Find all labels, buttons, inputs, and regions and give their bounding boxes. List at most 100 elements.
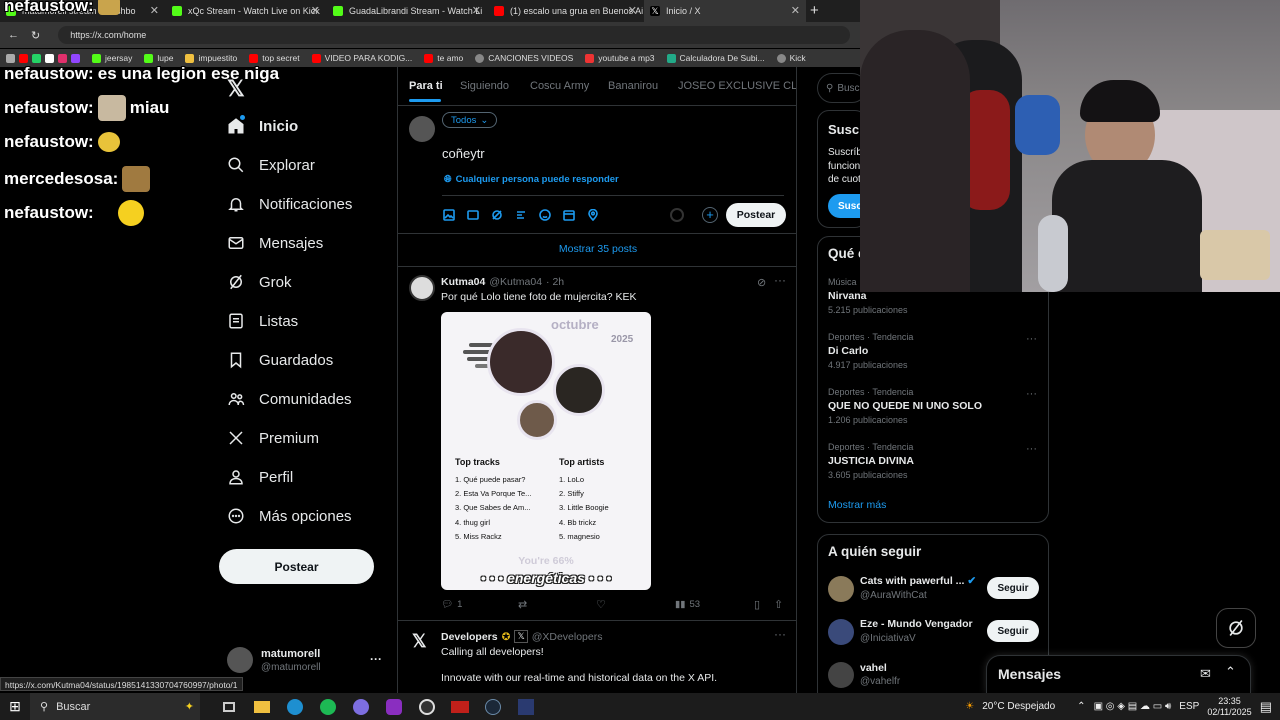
avatar[interactable] — [227, 647, 253, 673]
bookmark-item[interactable]: youtube a mp3 — [585, 53, 655, 63]
nav-mas-opciones[interactable]: Más opciones — [227, 507, 352, 525]
trend-more-icon[interactable]: ··· — [1026, 333, 1037, 345]
new-message-icon[interactable]: ✉ — [1200, 666, 1211, 682]
views-button[interactable]: ▮▮ 53 — [675, 599, 700, 610]
avatar[interactable] — [828, 576, 854, 602]
more-icon[interactable]: ··· — [774, 627, 786, 641]
close-tab-icon[interactable]: ✕ — [472, 4, 481, 17]
emoji-icon[interactable] — [539, 209, 551, 221]
spotify-icon[interactable] — [317, 698, 339, 716]
app-icon[interactable] — [383, 698, 405, 716]
browser-tab-active[interactable]: 𝕏 Inicio / X ✕ — [644, 0, 806, 22]
show-new-posts[interactable]: Mostrar 35 posts — [398, 243, 796, 255]
author-handle[interactable]: @XDevelopers — [532, 631, 603, 643]
steam-icon[interactable] — [482, 698, 504, 716]
trend-more-icon[interactable]: ··· — [1026, 388, 1037, 400]
browser-tab[interactable]: (1) escalo una grua en Buenos Ai ✕ — [488, 0, 643, 22]
edge-icon[interactable] — [284, 698, 306, 716]
nav-comunidades[interactable]: Comunidades — [227, 390, 352, 408]
grok-icon[interactable]: ⊘ — [757, 276, 766, 289]
nav-mensajes[interactable]: Mensajes — [227, 234, 323, 252]
grok-icon[interactable] — [491, 209, 503, 221]
reload-icon[interactable]: ↻ — [31, 29, 40, 42]
show-more-link[interactable]: Mostrar más — [828, 499, 886, 511]
tray-icons[interactable]: ▣ ◎ ◈ ▤ ☁ ▭ 🔊︎ — [1094, 701, 1172, 712]
follow-suggestion-name[interactable]: Eze - Mundo Vengador — [860, 618, 973, 630]
close-tab-icon[interactable]: ✕ — [311, 4, 320, 17]
notification-center-icon[interactable]: ▤ — [1260, 699, 1272, 715]
windows-start-icon[interactable]: ⊞ — [0, 693, 30, 720]
browser-tab[interactable]: xQc Stream - Watch Live on Kick ✕ — [166, 0, 326, 22]
composer-input[interactable]: coñeytr — [442, 146, 485, 161]
back-icon[interactable]: ← — [8, 29, 19, 41]
tab-bananirou[interactable]: Bananirou — [608, 80, 658, 92]
author-name[interactable]: Developers — [441, 631, 498, 643]
nav-listas[interactable]: Listas — [227, 312, 298, 330]
nav-guardados[interactable]: Guardados — [227, 351, 333, 369]
poll-icon[interactable] — [515, 209, 527, 221]
follow-button[interactable]: Seguir — [987, 620, 1039, 642]
bookmark-item[interactable]: Kick — [776, 53, 806, 63]
bookmark-item[interactable]: Calculadora De Subi... — [666, 53, 765, 63]
close-tab-icon[interactable]: ✕ — [628, 4, 637, 17]
trend-item[interactable]: Deportes · Tendencia QUE NO QUEDE NI UNO … — [828, 387, 982, 425]
clock[interactable]: 23:35 02/11/2025 — [1207, 696, 1251, 718]
app-icon[interactable] — [515, 698, 537, 716]
app-icon[interactable] — [449, 698, 471, 716]
bookmark-item[interactable]: lupe — [144, 53, 173, 63]
trend-item[interactable]: Deportes · Tendencia Di Carlo 4.917 public… — [828, 332, 913, 370]
schedule-icon[interactable] — [563, 209, 575, 221]
reply-setting[interactable]: 🌐︎ Cualquier persona puede responder — [444, 174, 619, 185]
new-tab-icon[interactable]: + — [810, 2, 819, 19]
bookmark-item[interactable]: CANCIONES VIDEOS — [475, 53, 573, 63]
nav-grok[interactable]: Grok — [227, 273, 292, 291]
browser-tab[interactable]: GuadaLibrandi Stream - Watch Li ✕ — [327, 0, 487, 22]
avatar[interactable] — [828, 662, 854, 688]
taskbar-search[interactable]: ⚲ Buscar ✦ — [30, 693, 200, 720]
account-more-icon[interactable]: ··· — [370, 652, 382, 666]
nav-explorar[interactable]: Explorar — [227, 156, 315, 174]
post-image[interactable]: octubre 2025 Top tracks 1. Qué puede pas… — [441, 312, 651, 590]
bookmark-item[interactable]: top secret — [249, 53, 300, 63]
avatar[interactable] — [828, 619, 854, 645]
post-button[interactable]: Postear — [219, 549, 374, 584]
obs-icon[interactable] — [416, 698, 438, 716]
file-explorer-icon[interactable] — [251, 698, 273, 716]
author-name[interactable]: Kutma04 — [441, 276, 485, 288]
nav-premium[interactable]: Premium — [227, 429, 319, 447]
bookmark-item[interactable]: VIDEO PARA KODIG... — [311, 53, 412, 63]
expand-icon[interactable]: ⌃ — [1225, 664, 1236, 680]
nav-notificaciones[interactable]: Notificaciones — [227, 195, 352, 213]
bookmark-apps[interactable] — [6, 53, 80, 63]
language-indicator[interactable]: ESP — [1179, 701, 1199, 712]
tab-coscu-army[interactable]: Coscu Army — [530, 80, 589, 92]
follow-suggestion-name[interactable]: Cats with pawerful ... ✔ — [860, 575, 976, 587]
weather-text[interactable]: 20°C Despejado — [982, 701, 1055, 712]
trend-item[interactable]: Deportes · Tendencia JUSTICIA DIVINA 3.605… — [828, 442, 914, 480]
grok-floating-button[interactable] — [1216, 608, 1256, 648]
add-post-icon[interactable]: + — [702, 207, 718, 223]
repost-icon[interactable]: ⇄ — [518, 598, 527, 611]
task-view-icon[interactable] — [218, 698, 240, 716]
reply-button[interactable]: 💬︎ 1 — [441, 599, 462, 610]
author-handle[interactable]: @Kutma04 — [489, 276, 542, 288]
discord-icon[interactable] — [350, 698, 372, 716]
gif-icon[interactable] — [467, 209, 479, 221]
x-logo-icon[interactable]: 𝕏 — [412, 631, 427, 652]
avatar[interactable] — [409, 275, 435, 301]
messages-drawer[interactable]: Mensajes ✉ ⌃ — [986, 655, 1251, 693]
follow-button[interactable]: Seguir — [987, 577, 1039, 599]
tab-joseo-exclusive-club[interactable]: JOSEO EXCLUSIVE CLUB — [678, 80, 796, 92]
follow-suggestion-name[interactable]: vahel — [860, 662, 887, 674]
image-icon[interactable] — [443, 209, 455, 221]
close-tab-icon[interactable]: ✕ — [150, 4, 159, 17]
close-tab-icon[interactable]: ✕ — [791, 4, 800, 17]
like-icon[interactable]: ♡ — [596, 598, 606, 611]
share-icon[interactable]: ⇧ — [774, 598, 783, 611]
composer-post-button[interactable]: Postear — [726, 203, 786, 227]
tab-siguiendo[interactable]: Siguiendo — [460, 80, 509, 92]
tab-para-ti[interactable]: Para ti — [409, 80, 443, 92]
bookmark-item[interactable]: impuestito — [185, 53, 237, 63]
audience-dropdown[interactable]: Todos ⌄ — [442, 112, 498, 128]
location-icon[interactable] — [587, 209, 599, 221]
